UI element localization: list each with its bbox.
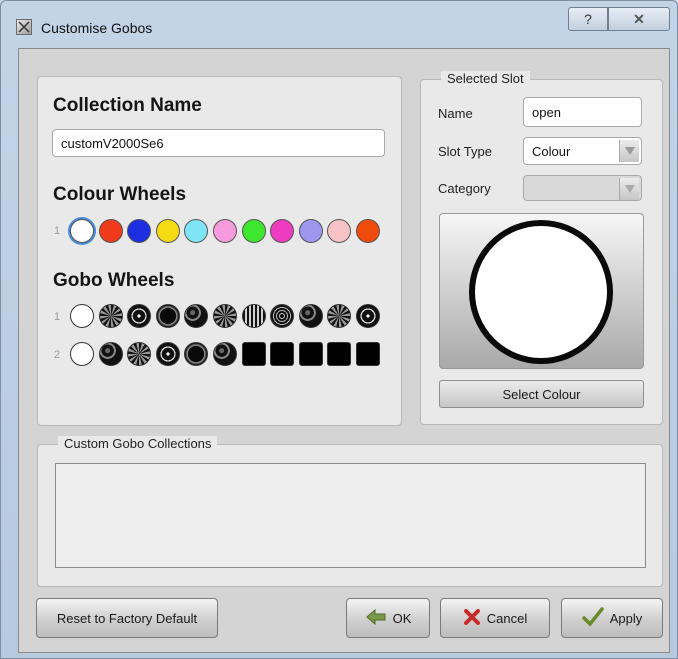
colour-slot-2[interactable] [98, 219, 123, 243]
reset-label: Reset to Factory Default [56, 610, 198, 626]
gobo-row-2-number: 2 [54, 349, 61, 361]
colour-wheels-heading: Colour Wheels [53, 184, 187, 205]
slot-type-label: Slot Type [438, 144, 492, 159]
chevron-down-icon[interactable] [619, 140, 639, 162]
slot-preview [439, 213, 644, 369]
custom-collections-list[interactable] [55, 463, 646, 568]
gobo-slot-1-6[interactable] [213, 304, 237, 328]
gobo-slot-2-11[interactable] [356, 342, 380, 366]
colour-slot-1[interactable] [70, 219, 94, 243]
gobo-slot-1-7[interactable] [241, 304, 266, 328]
gobo-slot-1-4[interactable] [155, 304, 180, 328]
colour-slot-4[interactable] [155, 219, 180, 243]
gobo-slot-2-8[interactable] [270, 342, 295, 366]
selected-slot-legend: Selected Slot [441, 71, 530, 86]
gobo-wheels-heading: Gobo Wheels [53, 270, 175, 291]
cancel-label: Cancel [486, 610, 528, 626]
collection-panel: Collection Name Colour Wheels 1 Gobo Whe… [37, 76, 402, 426]
gobo-slot-2-1[interactable] [70, 342, 94, 366]
gobo-slot-1-2[interactable] [98, 304, 123, 328]
category-label: Category [438, 181, 491, 196]
reset-to-factory-default-button[interactable]: Reset to Factory Default [36, 598, 218, 638]
gobo-row-1-number: 1 [54, 311, 61, 323]
gobo-slot-2-6[interactable] [213, 342, 237, 366]
select-colour-button[interactable]: Select Colour [439, 380, 644, 408]
slot-name-input[interactable] [523, 97, 642, 127]
gobo-slot-2-4[interactable] [155, 342, 180, 366]
chevron-down-icon[interactable] [619, 178, 639, 200]
category-select[interactable] [523, 175, 642, 201]
gobo-slot-1-11[interactable] [356, 304, 380, 328]
gobo-slot-1-5[interactable] [184, 304, 209, 328]
name-label: Name [438, 106, 473, 121]
cancel-x-icon [463, 608, 481, 629]
colour-slot-6[interactable] [213, 219, 237, 243]
help-button[interactable]: ? [568, 7, 608, 31]
window-title: Customise Gobos [41, 20, 153, 36]
ok-label: OK [392, 610, 412, 626]
colour-row-number: 1 [54, 225, 61, 237]
colour-slot-5[interactable] [184, 219, 209, 243]
ok-button[interactable]: OK [346, 598, 430, 638]
ok-arrow-icon [365, 608, 387, 629]
preview-colour-circle [469, 220, 613, 364]
custom-collections-legend: Custom Gobo Collections [58, 436, 218, 451]
gobo-slot-2-10[interactable] [327, 342, 352, 366]
colour-slot-9[interactable] [298, 219, 323, 243]
colour-slot-11[interactable] [356, 219, 380, 243]
apply-label: Apply [609, 610, 643, 626]
collection-name-heading: Collection Name [53, 95, 202, 116]
slot-type-select[interactable]: Colour [523, 137, 642, 165]
gobo-slot-2-2[interactable] [98, 342, 123, 366]
gobo-slot-1-10[interactable] [327, 304, 352, 328]
colour-slot-7[interactable] [241, 219, 266, 243]
dialog-body: Collection Name Colour Wheels 1 Gobo Whe… [18, 48, 670, 653]
customise-gobos-dialog: Customise Gobos ? ✕ Collection Name Colo… [0, 0, 678, 659]
title-bar: Customise Gobos ? ✕ [1, 1, 677, 41]
colour-slot-3[interactable] [127, 219, 152, 243]
gobo-slot-2-7[interactable] [241, 342, 266, 366]
gobo-slot-2-5[interactable] [184, 342, 209, 366]
apply-button[interactable]: Apply [561, 598, 663, 638]
gobo-slot-2-9[interactable] [298, 342, 323, 366]
cancel-button[interactable]: Cancel [440, 598, 550, 638]
slot-type-value: Colour [532, 144, 571, 159]
collection-name-input[interactable] [52, 129, 385, 157]
colour-slot-10[interactable] [327, 219, 352, 243]
gobo-slot-2-3[interactable] [127, 342, 152, 366]
check-icon [581, 606, 604, 630]
custom-gobo-collections-group: Custom Gobo Collections [37, 436, 663, 587]
close-button[interactable]: ✕ [608, 7, 670, 31]
gobo-slot-1-1[interactable] [70, 304, 94, 328]
gobo-slot-1-9[interactable] [298, 304, 323, 328]
colour-slot-8[interactable] [270, 219, 295, 243]
app-icon [16, 19, 32, 35]
gobo-slot-1-3[interactable] [127, 304, 152, 328]
gobo-slot-1-8[interactable] [270, 304, 295, 328]
selected-slot-group: Selected Slot Name Slot Type Colour Cate… [420, 71, 663, 425]
